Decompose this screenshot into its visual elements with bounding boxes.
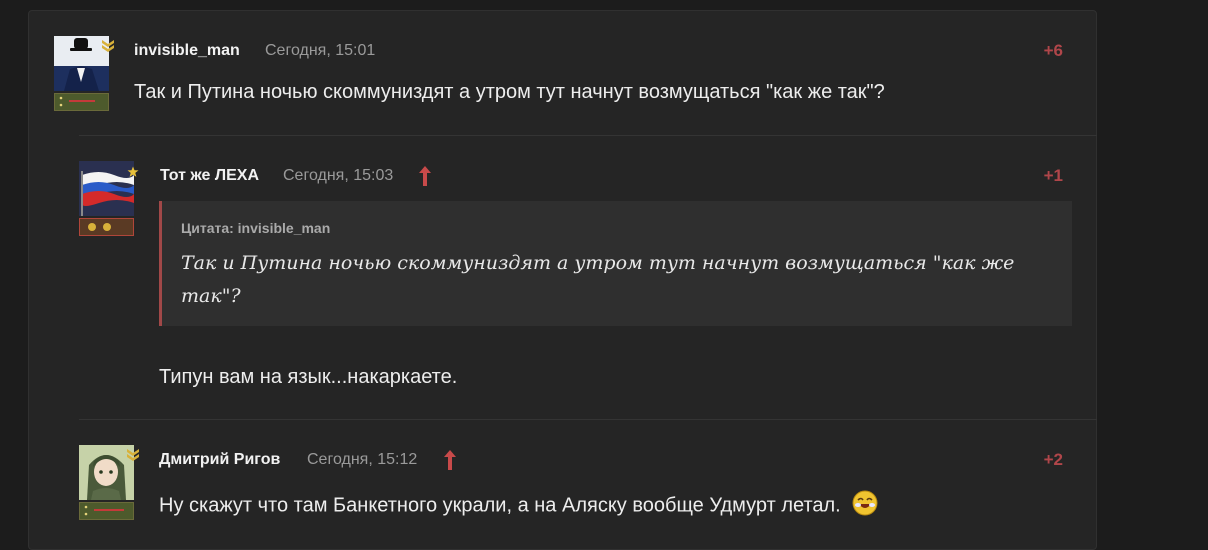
timestamp[interactable]: Сегодня, 15:03 <box>283 167 393 185</box>
rank-bar <box>79 502 134 520</box>
timestamp[interactable]: Сегодня, 15:12 <box>307 451 417 469</box>
quote-author: Цитата: invisible_man <box>181 220 331 236</box>
comment-text-row: Ну скажут что там Банкетного украли, а н… <box>159 490 878 522</box>
comment-divider <box>79 135 1097 136</box>
russian-flag-avatar <box>79 161 134 216</box>
username[interactable]: invisible_man <box>134 42 240 60</box>
reply-arrow-icon[interactable] <box>443 449 457 471</box>
timestamp[interactable]: Сегодня, 15:01 <box>265 42 375 60</box>
comment-score: +6 <box>1043 41 1063 60</box>
chevrons-rank-icon <box>126 447 140 468</box>
comment-score: +1 <box>1043 166 1063 185</box>
reply-arrow-icon[interactable] <box>418 165 432 187</box>
comment-divider <box>79 419 1097 420</box>
chevrons-rank-icon <box>101 38 115 59</box>
comment-text: Ну скажут что там Банкетного украли, а н… <box>159 494 841 517</box>
comment-text: Типун вам на язык...накаркаете. <box>159 366 458 388</box>
username[interactable]: Дмитрий Ригов <box>159 451 280 469</box>
username[interactable]: Тот же ЛЕХА <box>160 167 259 185</box>
quote-text: Так и Путина ночью скоммуниздят а утром … <box>181 252 1015 307</box>
avatar[interactable] <box>79 161 134 236</box>
comment-text: Так и Путина ночью скоммуниздят а утром … <box>134 81 885 103</box>
rank-bar <box>79 218 134 236</box>
comment-score: +2 <box>1043 450 1063 469</box>
laughing-emoji-icon <box>852 490 878 522</box>
rank-bar <box>54 93 109 111</box>
quote-block: Цитата: invisible_man Так и Путина ночью… <box>159 201 1072 326</box>
star-rank-icon <box>127 165 139 183</box>
